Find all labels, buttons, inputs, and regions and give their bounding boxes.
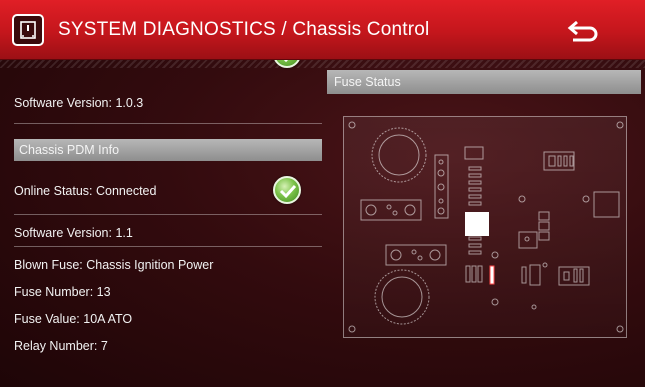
home-button[interactable] <box>12 14 44 46</box>
fuse-value: Fuse Value: 10A ATO <box>14 312 133 326</box>
relay-block <box>593 191 620 218</box>
mounting-hole <box>616 121 624 129</box>
mounting-hole <box>348 325 356 333</box>
divider <box>14 214 322 215</box>
section-chassis-pdm-info: Chassis PDM Info <box>14 139 322 161</box>
blown-fuse: Blown Fuse: Chassis Ignition Power <box>14 258 214 272</box>
fuse-status-title: Fuse Status <box>327 70 641 94</box>
mounting-hole <box>348 121 356 129</box>
relay-block <box>518 231 538 249</box>
back-button[interactable] <box>565 18 601 44</box>
divider <box>14 123 322 124</box>
check-icon <box>273 176 301 204</box>
back-arrow-icon <box>567 20 598 42</box>
gear-component <box>374 269 430 325</box>
fuse-slot <box>464 146 484 160</box>
header-bar: SYSTEM DIAGNOSTICS / Chassis Control <box>0 0 645 60</box>
page-title: SYSTEM DIAGNOSTICS / Chassis Control <box>58 19 430 40</box>
connector <box>385 244 447 266</box>
home-screen-icon <box>20 21 36 39</box>
info-list[interactable]: Software Version: 1.0.3 Chassis PDM Info… <box>0 60 322 387</box>
diagnostics-screen: SYSTEM DIAGNOSTICS / Chassis Control Sof… <box>0 0 645 387</box>
gear-component <box>371 127 427 183</box>
fuse-board-diagram <box>343 116 627 338</box>
mounting-hole <box>616 325 624 333</box>
fuse-status-panel: Fuse Status <box>327 60 645 387</box>
software-version: Software Version: 1.1 <box>14 226 133 240</box>
divider <box>14 246 322 247</box>
circuit-board-graphic <box>348 121 624 333</box>
blown-fuse-marker <box>489 265 495 285</box>
fuse-number: Fuse Number: 13 <box>14 285 111 299</box>
relay-number: Relay Number: 7 <box>14 339 108 353</box>
blown-fuse-highlight <box>465 212 489 236</box>
connector <box>360 199 422 221</box>
first-software-version: Software Version: 1.0.3 <box>14 96 144 110</box>
check-icon <box>273 60 301 68</box>
